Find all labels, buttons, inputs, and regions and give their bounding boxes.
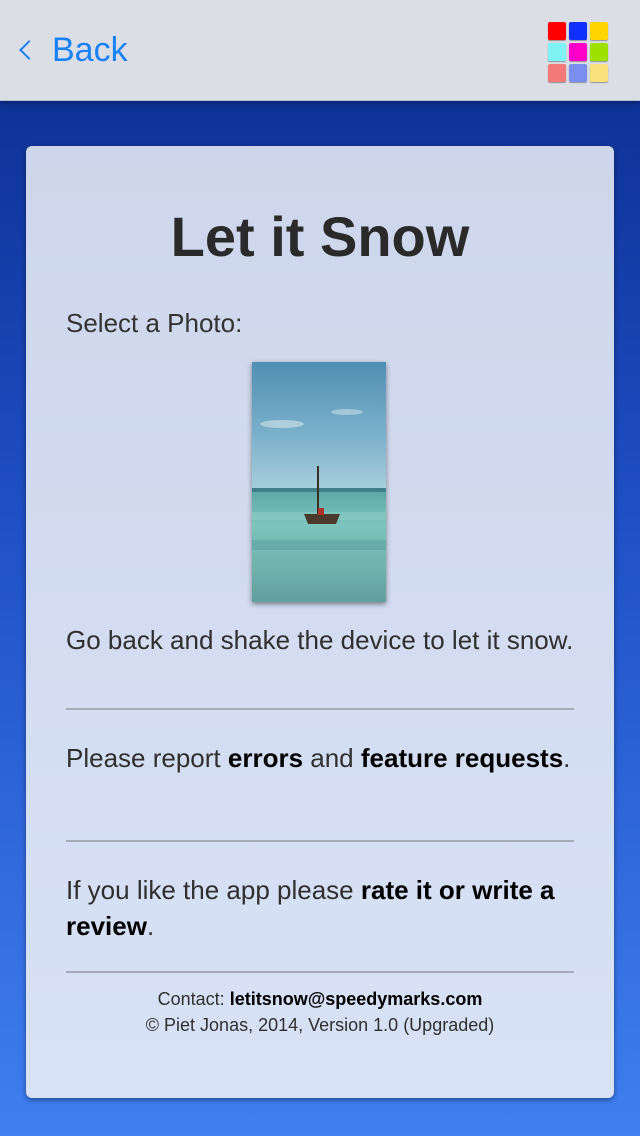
report-text: Please report errors and feature request… (66, 740, 574, 776)
rate-suffix: . (146, 911, 155, 941)
color-grid-icon[interactable] (548, 22, 608, 82)
color-tile (569, 43, 587, 61)
divider (66, 708, 574, 710)
back-button-label: Back (52, 30, 128, 69)
color-tile (548, 64, 566, 82)
errors-link[interactable]: errors (228, 743, 303, 773)
chevron-left-icon (19, 40, 39, 60)
color-tile (548, 22, 566, 40)
rate-text: If you like the app please rate it or wr… (66, 872, 574, 944)
color-tile (569, 64, 587, 82)
back-button[interactable]: Back (16, 26, 128, 74)
contact-email-link[interactable]: letitsnow@speedymarks.com (230, 989, 483, 1009)
select-photo-label: Select a Photo: (66, 308, 243, 338)
photo-thumbnail[interactable] (252, 362, 386, 602)
shake-instruction-text: Go back and shake the device to let it s… (66, 625, 574, 655)
rate-prefix: If you like the app please (66, 875, 361, 905)
color-tile (590, 64, 608, 82)
color-tile (590, 43, 608, 61)
divider (66, 840, 574, 842)
page-title: Let it Snow (170, 205, 470, 268)
color-tile (548, 43, 566, 61)
contact-line: Contact: letitsnow@speedymarks.com (66, 986, 574, 1012)
report-prefix: Please report (66, 743, 228, 773)
color-tile (569, 22, 587, 40)
report-and: and (303, 743, 361, 773)
report-suffix: . (563, 743, 571, 773)
feature-requests-link[interactable]: feature requests (361, 743, 563, 773)
divider (66, 971, 574, 973)
navigation-bar: Back (0, 0, 640, 101)
copyright-text: © Piet Jonas, 2014, Version 1.0 (Upgrade… (145, 1015, 495, 1035)
color-tile (590, 22, 608, 40)
contact-label: Contact: (157, 989, 230, 1009)
photo-image (252, 362, 386, 602)
